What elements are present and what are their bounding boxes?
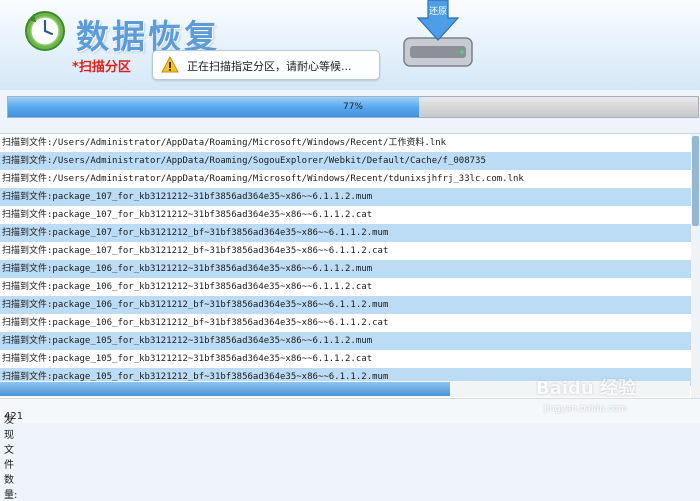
baidu-watermark: Baidu 经验 jingyan.baidu.com xyxy=(532,368,692,424)
watermark-text: Baidu 经验 xyxy=(536,378,637,399)
vertical-scrollbar[interactable] xyxy=(691,134,700,399)
log-row[interactable]: 扫描到文件:package_106_for_kb3121212~31bf3856… xyxy=(0,260,692,278)
drive-label: 还原 xyxy=(429,5,447,17)
warning-icon xyxy=(161,56,179,73)
log-row[interactable]: 扫描到文件:package_105_for_kb3121212~31bf3856… xyxy=(0,332,692,350)
log-row[interactable]: 扫描到文件:/Users/Administrator/AppData/Roami… xyxy=(0,134,692,152)
clock-icon xyxy=(25,11,65,51)
scan-progress-bar: 77% xyxy=(7,96,699,118)
hard-drive-icon: 还原 xyxy=(403,0,473,67)
progress-percent: 77% xyxy=(342,102,363,112)
scan-log-list[interactable]: 扫描到文件:package_105_for_kb3121212_bf~31bf3… xyxy=(0,133,700,399)
log-row[interactable]: 扫描到文件:package_106_for_kb3121212_bf~31bf3… xyxy=(0,314,692,332)
log-row[interactable]: 扫描到文件:/Users/Administrator/AppData/Roami… xyxy=(0,170,692,188)
log-row[interactable]: 扫描到文件:package_106_for_kb3121212_bf~31bf3… xyxy=(0,296,692,314)
status-bubble: 正在扫描指定分区，请耐心等候... xyxy=(152,50,380,80)
log-row[interactable]: 扫描到文件:package_107_for_kb3121212~31bf3856… xyxy=(0,188,692,206)
horizontal-scroll-thumb[interactable] xyxy=(0,382,450,396)
log-row[interactable]: 扫描到文件:package_107_for_kb3121212_bf~31bf3… xyxy=(0,224,692,242)
log-row[interactable]: 扫描到文件:package_105_for_kb3121212~31bf3856… xyxy=(0,350,692,368)
status-message: 正在扫描指定分区，请耐心等候... xyxy=(187,60,352,73)
found-files-value: 421 xyxy=(4,411,24,422)
section-label: *扫描分区 xyxy=(72,60,131,75)
log-row[interactable]: 扫描到文件:package_107_for_kb3121212~31bf3856… xyxy=(0,206,692,224)
log-row[interactable]: 扫描到文件:package_107_for_kb3121212_bf~31bf3… xyxy=(0,242,692,260)
log-row[interactable]: 扫描到文件:package_106_for_kb3121212~31bf3856… xyxy=(0,278,692,296)
log-row[interactable]: 扫描到文件:/Users/Administrator/AppData/Roami… xyxy=(0,152,692,170)
section-label-text: 扫描分区 xyxy=(78,60,131,75)
app-header: 数据恢复 *扫描分区 正在扫描指定分区，请耐心等候... 还原 xyxy=(0,0,700,90)
vertical-scroll-thumb[interactable] xyxy=(692,136,699,226)
watermark-url: jingyan.baidu.com xyxy=(544,404,628,414)
found-files-label: 发现文件数量: xyxy=(4,415,18,501)
